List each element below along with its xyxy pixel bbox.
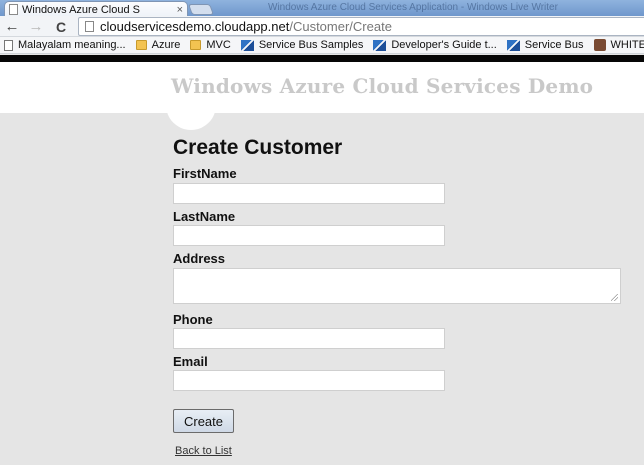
new-tab-button[interactable] (187, 4, 215, 15)
bookmark-item[interactable]: Service Bus (506, 39, 584, 51)
back-arrow-icon[interactable]: ← (3, 16, 21, 37)
resize-grip-icon[interactable] (611, 294, 618, 301)
reload-icon[interactable]: C (52, 16, 70, 37)
bookmark-item[interactable]: Service Bus Samples (240, 39, 364, 51)
bookmark-folder[interactable]: Azure (135, 39, 181, 51)
bookmark-item[interactable]: WHITEPAP (593, 39, 644, 51)
lastname-field[interactable] (173, 225, 445, 246)
tab-close-icon[interactable]: × (177, 4, 183, 16)
address-label: Address (173, 251, 226, 266)
lastname-label: LastName (173, 209, 236, 224)
browser-toolbar: ← → C cloudservicesdemo.cloudapp.net/Cus… (0, 16, 644, 37)
email-field[interactable] (173, 370, 445, 391)
page-icon (4, 39, 13, 51)
browser-titlebar: Windows Azure Cloud S × Windows Azure Cl… (0, 0, 644, 17)
address-bar[interactable]: cloudservicesdemo.cloudapp.net/Customer/… (78, 17, 644, 36)
address-field[interactable] (173, 268, 621, 304)
bookmark-label: Azure (151, 39, 181, 51)
create-button[interactable]: Create (173, 409, 234, 433)
page-title: Create Customer (173, 136, 343, 159)
azure-logo-icon (240, 39, 254, 51)
site-title: Windows Azure Cloud Services Demo (171, 74, 594, 98)
page-icon (85, 21, 94, 32)
phone-field[interactable] (173, 328, 445, 349)
bookmark-label: Developer's Guide t... (391, 39, 497, 51)
bookmark-item[interactable]: Malayalam meaning... (4, 39, 126, 51)
browser-tab-active[interactable]: Windows Azure Cloud S × (4, 1, 188, 17)
bookmark-folder[interactable]: MVC (190, 39, 231, 51)
site-top-bar (0, 55, 644, 62)
header-decoration (166, 100, 216, 130)
bookmark-label: Service Bus Samples (258, 39, 364, 51)
firstname-label: FirstName (173, 166, 237, 181)
bookmark-label: WHITEPAP (610, 39, 644, 51)
folder-icon (190, 40, 202, 50)
tab-title: Windows Azure Cloud S (22, 3, 140, 16)
site-header: Windows Azure Cloud Services Demo (0, 62, 644, 113)
bookmark-label: Service Bus (524, 39, 584, 51)
page-icon (9, 4, 18, 15)
forward-arrow-icon[interactable]: → (27, 16, 45, 37)
window-title: Windows Azure Cloud Services Application… (268, 2, 558, 13)
back-to-list-link[interactable]: Back to List (175, 445, 232, 457)
azure-logo-icon (506, 39, 520, 51)
bookmark-item[interactable]: Developer's Guide t... (373, 39, 497, 51)
url-host: cloudservicesdemo.cloudapp.net (100, 19, 290, 34)
bookmark-label: MVC (206, 39, 231, 51)
email-label: Email (173, 354, 208, 369)
firstname-field[interactable] (173, 183, 445, 204)
azure-logo-icon (373, 39, 387, 51)
photo-icon (593, 39, 606, 51)
folder-icon (135, 40, 147, 50)
phone-label: Phone (173, 312, 213, 327)
url-path: /Customer/Create (289, 19, 392, 34)
bookmark-label: Malayalam meaning... (18, 39, 126, 51)
bookmarks-bar: Malayalam meaning... Azure MVC Service B… (0, 37, 644, 54)
